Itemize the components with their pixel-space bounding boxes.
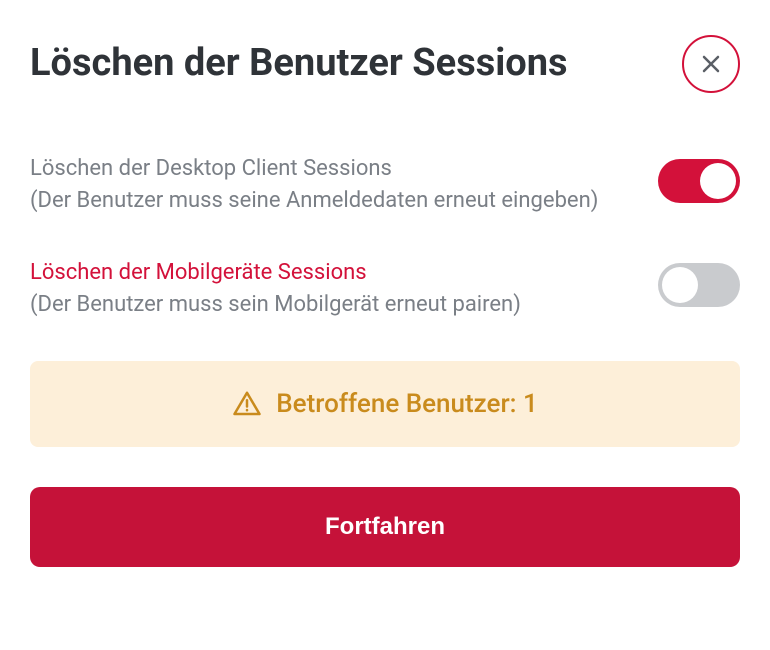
warning-icon bbox=[232, 389, 262, 419]
toggle-knob bbox=[662, 267, 698, 303]
option-mobile-sessions: Löschen der Mobilgeräte Sessions (Der Be… bbox=[30, 257, 740, 321]
toggle-desktop-sessions[interactable] bbox=[658, 159, 740, 203]
option-description: (Der Benutzer muss sein Mobilgerät erneu… bbox=[30, 292, 521, 317]
dialog-header: Löschen der Benutzer Sessions bbox=[30, 35, 740, 93]
close-icon bbox=[699, 52, 723, 76]
option-label: Löschen der Desktop Client Sessions bbox=[30, 156, 392, 181]
affected-users-banner: Betroffene Benutzer: 1 bbox=[30, 361, 740, 447]
affected-users-text: Betroffene Benutzer: 1 bbox=[276, 389, 537, 419]
dialog-title: Löschen der Benutzer Sessions bbox=[30, 43, 568, 85]
option-text: Löschen der Desktop Client Sessions (Der… bbox=[30, 153, 638, 217]
toggle-knob bbox=[700, 163, 736, 199]
option-label: Löschen der Mobilgeräte Sessions bbox=[30, 260, 367, 285]
toggle-mobile-sessions[interactable] bbox=[658, 263, 740, 307]
option-text: Löschen der Mobilgeräte Sessions (Der Be… bbox=[30, 257, 638, 321]
close-button[interactable] bbox=[682, 35, 740, 93]
option-description: (Der Benutzer muss seine Anmeldedaten er… bbox=[30, 188, 598, 213]
option-desktop-sessions: Löschen der Desktop Client Sessions (Der… bbox=[30, 153, 740, 217]
continue-button[interactable]: Fortfahren bbox=[30, 487, 740, 567]
